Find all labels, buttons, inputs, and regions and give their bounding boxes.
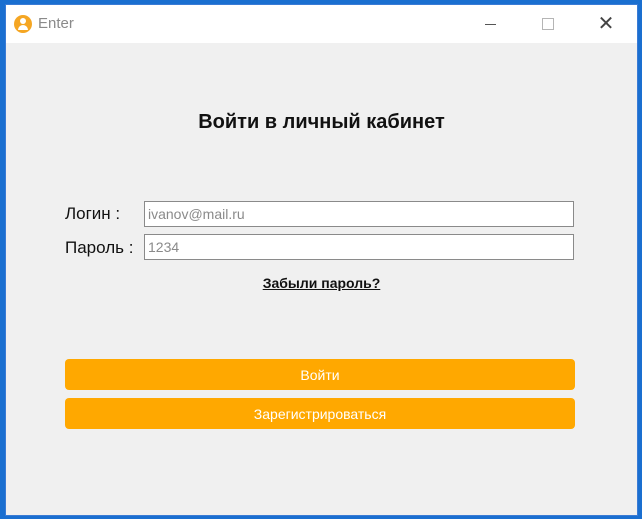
title-bar[interactable]: Enter ✕ bbox=[6, 5, 637, 43]
window-title: Enter bbox=[38, 15, 74, 32]
page-title: Войти в личный кабинет bbox=[198, 111, 445, 133]
app-window: Enter ✕ Войти в личный кабинет Логин : П… bbox=[5, 4, 638, 516]
close-icon: ✕ bbox=[597, 13, 615, 35]
login-label: Логин : bbox=[65, 204, 121, 223]
login-button[interactable]: Войти bbox=[65, 359, 575, 390]
password-label: Пароль : bbox=[65, 238, 134, 257]
password-input[interactable] bbox=[144, 234, 574, 260]
forgot-password-link[interactable]: Забыли пароль? bbox=[6, 275, 637, 291]
user-icon bbox=[14, 15, 32, 33]
login-input[interactable] bbox=[144, 201, 574, 227]
maximize-button[interactable] bbox=[519, 5, 577, 43]
close-button[interactable]: ✕ bbox=[577, 5, 635, 43]
minimize-button[interactable] bbox=[461, 5, 519, 43]
register-button[interactable]: Зарегистрироваться bbox=[65, 398, 575, 429]
maximize-icon bbox=[542, 18, 554, 30]
minimize-icon bbox=[484, 23, 496, 25]
